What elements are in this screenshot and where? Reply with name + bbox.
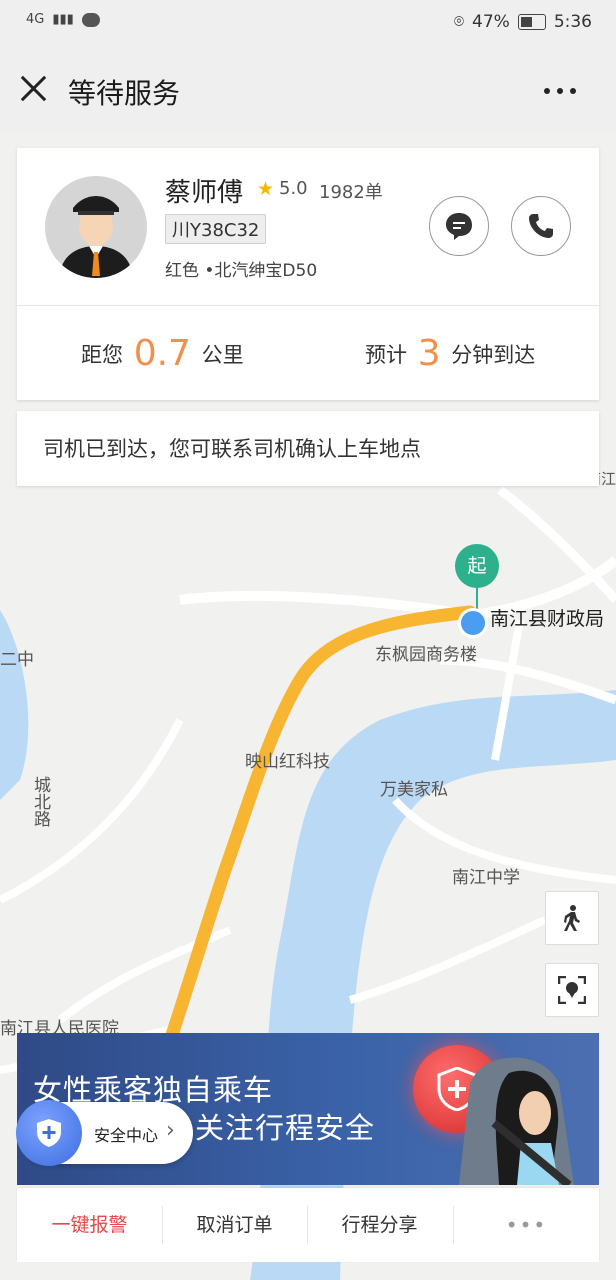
clock: 5:36 — [553, 12, 592, 32]
map-label-furniture: 万美家私 — [380, 780, 448, 800]
more-options-icon[interactable] — [544, 88, 576, 94]
eta-info: 预计 3 分钟到达 — [365, 330, 536, 374]
arrival-notice-card: 司机已到达，您可联系司机确认上车地点 — [17, 411, 599, 486]
walking-person-icon — [564, 905, 580, 931]
safety-center-button[interactable]: 安全中心 › — [16, 1100, 193, 1166]
phone-icon — [529, 214, 553, 238]
distance-info: 距您 0.7 公里 — [81, 330, 244, 374]
battery-icon — [517, 14, 546, 30]
driver-name: 蔡师傅 — [165, 178, 244, 208]
safety-shield-icon — [16, 1100, 82, 1166]
card-divider — [17, 305, 599, 306]
walk-navigation-button[interactable] — [545, 891, 599, 945]
eta-unit: 分钟到达 — [451, 343, 536, 367]
driver-order-count: 1982单 — [319, 182, 383, 203]
license-plate: 川Y38C32 — [165, 214, 267, 244]
sos-button[interactable]: 一键报警 — [17, 1188, 162, 1262]
status-bar: 4G ▮▮▮ ⌾ 47% 5:36 — [0, 0, 616, 48]
bottom-action-bar: 一键报警 取消订单 行程分享 ••• — [17, 1188, 599, 1262]
close-icon[interactable] — [20, 74, 48, 102]
map-label-road: 城北路 — [30, 776, 50, 827]
network-indicator: 4G — [26, 12, 45, 27]
message-notification-icon — [81, 12, 100, 27]
safety-center-label: 安全中心 — [94, 1126, 159, 1145]
star-icon: ★ — [257, 178, 275, 200]
signal-icon: ▮▮▮ — [52, 12, 74, 27]
location-icon: ⌾ — [453, 12, 465, 32]
chevron-right-icon: › — [166, 1118, 175, 1143]
lake-left — [0, 610, 29, 800]
pickup-label: 南江县财政局 — [490, 608, 605, 630]
banner-line2: 关注行程安全 — [195, 1111, 376, 1145]
passenger-illustration — [459, 1057, 574, 1185]
map-label-school2: 二中 — [0, 650, 34, 670]
share-trip-button[interactable]: 行程分享 — [307, 1188, 452, 1262]
chat-icon — [446, 213, 472, 240]
arrival-notice: 司机已到达，您可联系司机确认上车地点 — [43, 437, 421, 461]
driver-rating: 5.0 — [279, 178, 308, 199]
distance-unit: 公里 — [201, 343, 244, 367]
page-title: 等待服务 — [68, 77, 181, 110]
locate-icon — [558, 976, 586, 1004]
pickup-marker[interactable]: 起 — [455, 544, 499, 588]
map-label-middle-school: 南江中学 — [452, 868, 520, 888]
title-bar: 等待服务 — [0, 48, 616, 132]
eta-prefix: 预计 — [365, 343, 407, 367]
user-location-icon — [458, 608, 488, 638]
distance-value: 0.7 — [133, 333, 191, 374]
more-actions-button[interactable]: ••• — [454, 1188, 599, 1262]
recenter-location-button[interactable] — [545, 963, 599, 1017]
driver-card: 蔡师傅 ★ 5.0 1982单 川Y38C32 红色 •北汽绅宝D50 距您 0… — [17, 148, 599, 400]
eta-value: 3 — [417, 333, 441, 374]
map-label-business: 东枫园商务楼 — [375, 645, 477, 665]
distance-prefix: 距您 — [81, 343, 123, 367]
map-label-tech: 映山红科技 — [245, 752, 330, 772]
battery-percent: 47% — [472, 12, 510, 32]
call-driver-button[interactable] — [511, 196, 571, 256]
cancel-order-button[interactable]: 取消订单 — [162, 1188, 307, 1262]
driver-avatar — [45, 176, 147, 278]
message-driver-button[interactable] — [429, 196, 489, 256]
car-description: 红色 •北汽绅宝D50 — [165, 261, 318, 281]
